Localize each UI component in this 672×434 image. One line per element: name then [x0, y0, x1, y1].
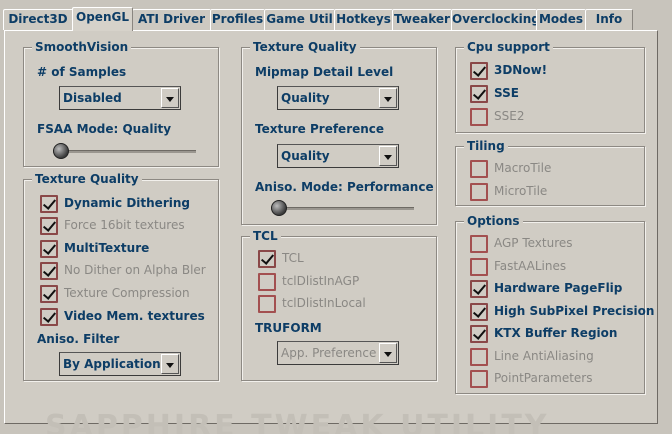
tab-modes[interactable]: Modes: [536, 9, 586, 30]
checkbox[interactable]: [470, 108, 488, 126]
texture-pref-select[interactable]: Quality: [277, 144, 399, 168]
watermark-text: SAPPHIRE TWEAK UTILITY: [45, 409, 550, 434]
tcl-group: TCL TCL tclDlistInAGP tclDlistInLocal TR…: [241, 228, 437, 381]
group-title: Cpu support: [464, 39, 553, 55]
checkbox[interactable]: [470, 235, 488, 253]
checkbox-label: tclDlistInLocal: [282, 296, 366, 310]
options-group: Options AGP Textures FastAALines Hardwar…: [455, 213, 654, 394]
samples-select[interactable]: Disabled: [59, 86, 181, 110]
mipmap-select[interactable]: Quality: [277, 86, 399, 110]
opengl-panel: SAPPHIRE TWEAK UTILITY SmoothVision # of…: [4, 30, 658, 434]
checkbox-label: Line AntiAliasing: [494, 349, 594, 363]
mipmap-label: Mipmap Detail Level: [255, 65, 394, 79]
texture-options-group: Texture Quality Dynamic Dithering Force …: [23, 171, 219, 381]
checkbox-label: Texture Compression: [64, 286, 190, 300]
chevron-down-icon[interactable]: [379, 146, 397, 166]
slider-track: [53, 150, 196, 153]
checkbox[interactable]: [258, 250, 276, 268]
checkbox[interactable]: [40, 240, 58, 258]
aniso-mode-slider[interactable]: [271, 200, 414, 216]
checkbox-label: KTX Buffer Region: [494, 326, 618, 340]
texture-pref-value: Quality: [281, 149, 330, 163]
texture-quality-group: Texture Quality Mipmap Detail Level Qual…: [241, 39, 437, 225]
tab-opengl[interactable]: OpenGL: [72, 7, 133, 31]
checkbox[interactable]: [258, 273, 276, 291]
checkbox-label: High SubPixel Precision: [494, 304, 655, 318]
checkbox[interactable]: [470, 303, 488, 321]
checkbox-label: MacroTile: [494, 161, 552, 175]
checkbox-label: Dynamic Dithering: [64, 196, 190, 210]
tab-info[interactable]: Info: [585, 9, 633, 30]
tab-overclocking[interactable]: Overclocking: [451, 9, 540, 30]
checkbox-label: Force 16bit textures: [64, 218, 185, 232]
texture-pref-label: Texture Preference: [255, 122, 385, 136]
group-title: Tiling: [464, 138, 508, 154]
checkbox-label: Video Mem. textures: [64, 309, 205, 323]
group-title: Texture Quality: [250, 39, 360, 55]
checkbox[interactable]: [470, 280, 488, 298]
checkbox[interactable]: [40, 262, 58, 280]
tab-game-util[interactable]: Game Util: [264, 9, 335, 30]
checkbox-label: FastAALines: [494, 259, 567, 273]
checkbox-label: SSE2: [494, 109, 525, 123]
checkbox-label: MultiTexture: [64, 241, 150, 255]
aniso-filter-value: By Application: [63, 357, 161, 371]
checkbox-label: PointParameters: [494, 371, 593, 385]
aniso-filter-label: Aniso. Filter: [37, 332, 120, 346]
chevron-down-icon[interactable]: [161, 88, 179, 108]
chevron-down-icon[interactable]: [379, 343, 397, 363]
checkbox[interactable]: [470, 85, 488, 103]
checkbox[interactable]: [40, 308, 58, 326]
checkbox-label: Hardware PageFlip: [494, 281, 623, 295]
checkbox[interactable]: [470, 183, 488, 201]
checkbox[interactable]: [40, 285, 58, 303]
group-title: Options: [464, 213, 523, 229]
tab-ati-driver[interactable]: ATI Driver: [132, 9, 211, 30]
checkbox-label: TCL: [282, 251, 304, 265]
tab-direct3d[interactable]: Direct3D: [3, 9, 73, 30]
checkbox[interactable]: [470, 325, 488, 343]
cpu-support-group: Cpu support 3DNow! SSE SSE2: [455, 39, 645, 133]
tab-tweaker[interactable]: Tweaker: [392, 9, 452, 30]
samples-label: # of Samples: [37, 65, 127, 79]
samples-value: Disabled: [63, 91, 122, 105]
chevron-down-icon[interactable]: [161, 354, 179, 374]
checkbox[interactable]: [40, 195, 58, 213]
aniso-filter-select[interactable]: By Application: [59, 352, 181, 376]
smoothvision-group: SmoothVision # of Samples Disabled FSAA …: [23, 39, 219, 167]
tab-profiles[interactable]: Profiles: [210, 9, 265, 30]
mipmap-value: Quality: [281, 91, 330, 105]
truform-value: App. Preference: [281, 346, 377, 360]
checkbox-label: 3DNow!: [494, 63, 548, 77]
checkbox-label: AGP Textures: [494, 236, 573, 250]
chevron-down-icon[interactable]: [379, 88, 397, 108]
checkbox[interactable]: [40, 217, 58, 235]
group-title: TCL: [250, 228, 281, 244]
aniso-mode-label: Aniso. Mode: Performance: [255, 180, 434, 194]
checkbox[interactable]: [470, 348, 488, 366]
tab-hotkeys[interactable]: Hotkeys: [334, 9, 393, 30]
checkbox-label: MicroTile: [494, 184, 548, 198]
slider-track: [271, 207, 414, 210]
fsaa-slider[interactable]: [53, 143, 196, 159]
checkbox[interactable]: [470, 370, 488, 388]
truform-label: TRUFORM: [255, 321, 322, 335]
checkbox-label: No Dither on Alpha Bler: [64, 263, 206, 277]
checkbox[interactable]: [258, 295, 276, 313]
checkbox-label: tclDlistInAGP: [282, 274, 360, 288]
tiling-group: Tiling MacroTile MicroTile: [455, 138, 645, 206]
truform-select[interactable]: App. Preference: [277, 341, 399, 365]
fsaa-label: FSAA Mode: Quality: [37, 122, 172, 136]
checkbox[interactable]: [470, 62, 488, 80]
group-title: Texture Quality: [32, 171, 142, 187]
group-title: SmoothVision: [32, 39, 132, 55]
checkbox-label: SSE: [494, 86, 519, 100]
slider-thumb[interactable]: [53, 143, 69, 159]
checkbox[interactable]: [470, 258, 488, 276]
slider-thumb[interactable]: [271, 200, 287, 216]
checkbox[interactable]: [470, 160, 488, 178]
